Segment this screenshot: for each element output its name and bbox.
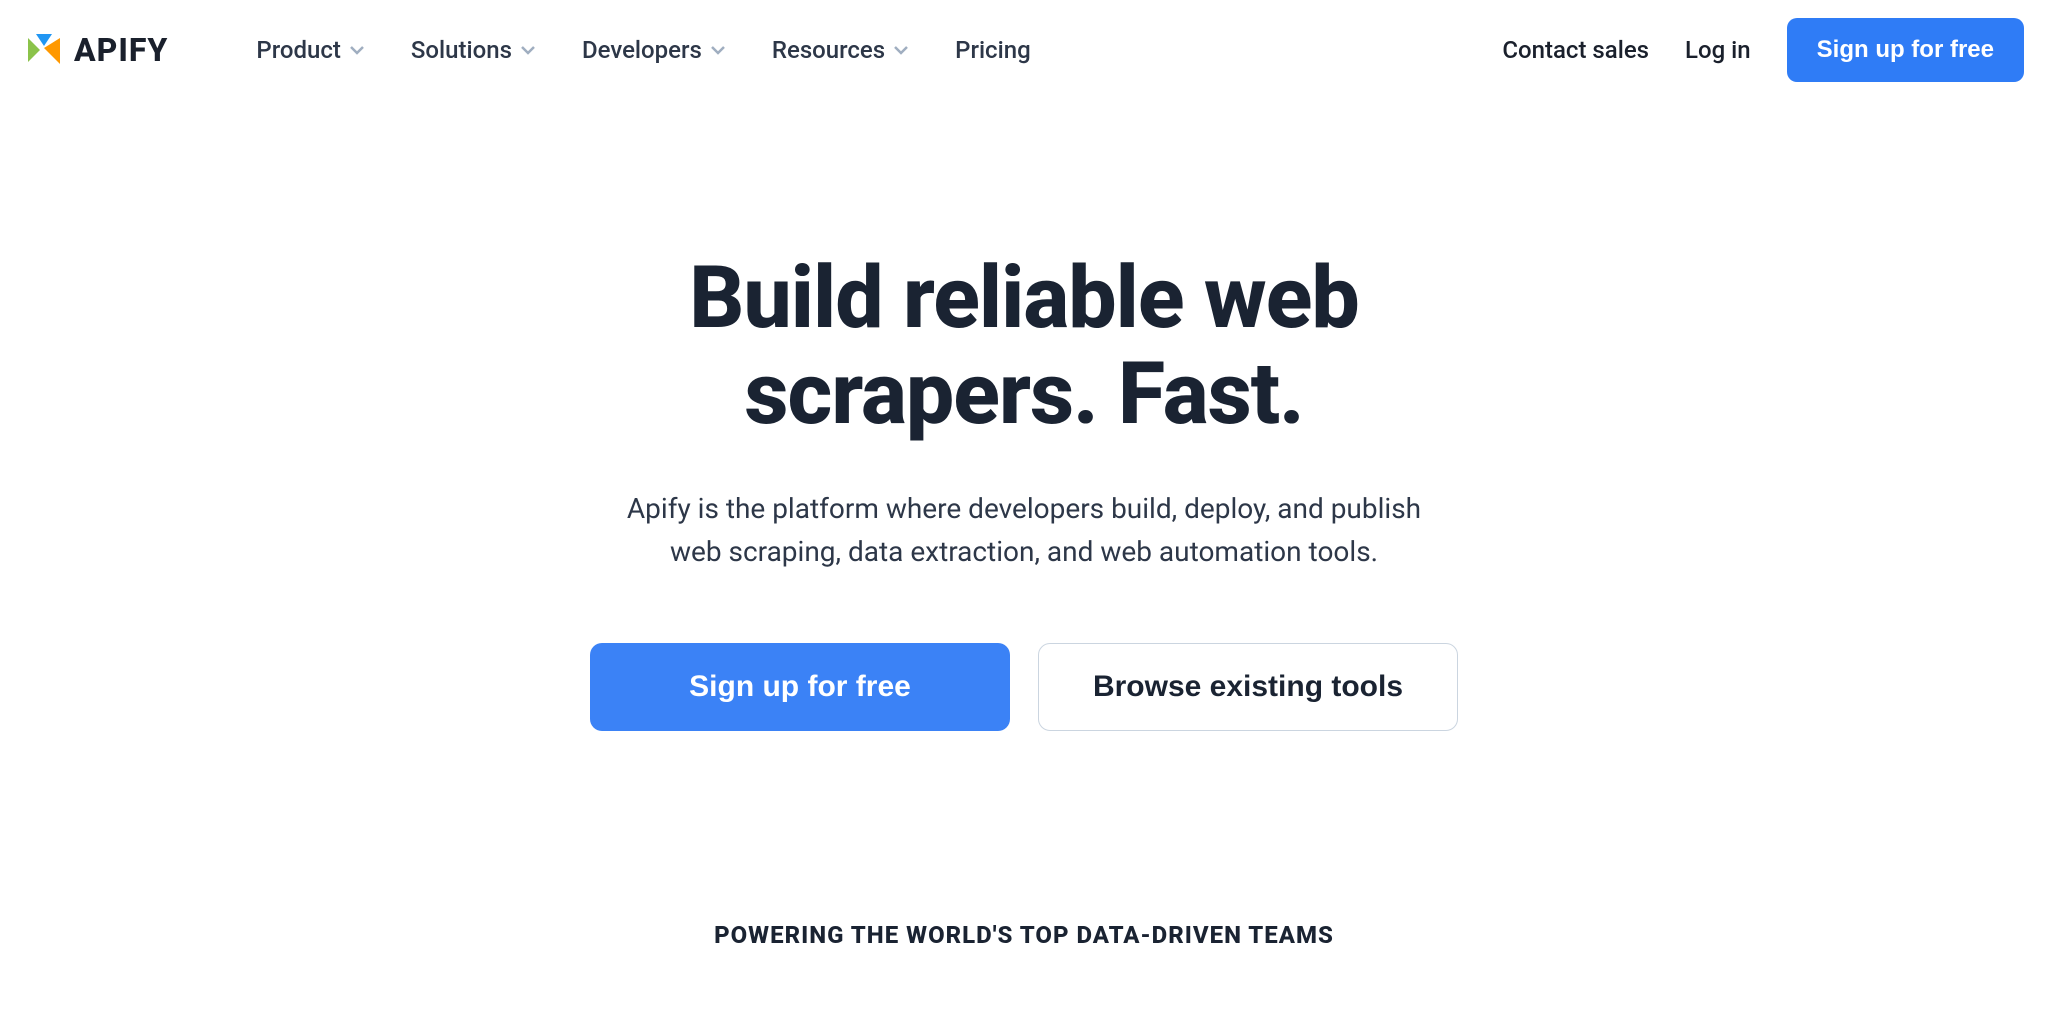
nav-item-product[interactable]: Product xyxy=(256,36,365,64)
hero-headline-line2: scrapers. Fast. xyxy=(744,343,1303,444)
chevron-down-icon xyxy=(520,42,536,58)
hero-sub-line2: web scraping, data extraction, and web a… xyxy=(670,535,1378,568)
nav-label: Product xyxy=(256,36,341,64)
chevron-down-icon xyxy=(710,42,726,58)
nav-label: Pricing xyxy=(955,36,1031,64)
nav-item-solutions[interactable]: Solutions xyxy=(411,36,536,64)
social-proof-tagline: POWERING THE WORLD'S TOP DATA-DRIVEN TEA… xyxy=(0,921,2048,949)
primary-nav: Product Solutions Developers Resources P… xyxy=(256,36,1030,64)
nav-label: Solutions xyxy=(411,36,512,64)
signup-button-hero[interactable]: Sign up for free xyxy=(590,643,1010,731)
nav-item-pricing[interactable]: Pricing xyxy=(955,36,1031,64)
contact-sales-link[interactable]: Contact sales xyxy=(1502,36,1649,64)
nav-item-resources[interactable]: Resources xyxy=(772,36,909,64)
brand-name: APIFY xyxy=(74,31,168,69)
browse-tools-button[interactable]: Browse existing tools xyxy=(1038,643,1458,731)
nav-item-developers[interactable]: Developers xyxy=(582,36,726,64)
nav-label: Resources xyxy=(772,36,885,64)
apify-logo-icon xyxy=(24,28,64,72)
chevron-down-icon xyxy=(349,42,365,58)
login-link[interactable]: Log in xyxy=(1685,36,1751,64)
signup-button-header[interactable]: Sign up for free xyxy=(1787,18,2024,82)
hero-subtext: Apify is the platform where developers b… xyxy=(40,487,2008,574)
hero-sub-line1: Apify is the platform where developers b… xyxy=(627,492,1421,525)
nav-label: Developers xyxy=(582,36,702,64)
hero-headline: Build reliable web scrapers. Fast. xyxy=(40,250,2008,443)
site-header: APIFY Product Solutions Developers Resou… xyxy=(0,0,2048,100)
header-actions: Contact sales Log in Sign up for free xyxy=(1502,18,2024,82)
hero-cta-row: Sign up for free Browse existing tools xyxy=(40,643,2008,731)
brand-logo[interactable]: APIFY xyxy=(24,28,168,72)
hero-headline-line1: Build reliable web xyxy=(689,247,1359,348)
hero-section: Build reliable web scrapers. Fast. Apify… xyxy=(0,250,2048,731)
chevron-down-icon xyxy=(893,42,909,58)
